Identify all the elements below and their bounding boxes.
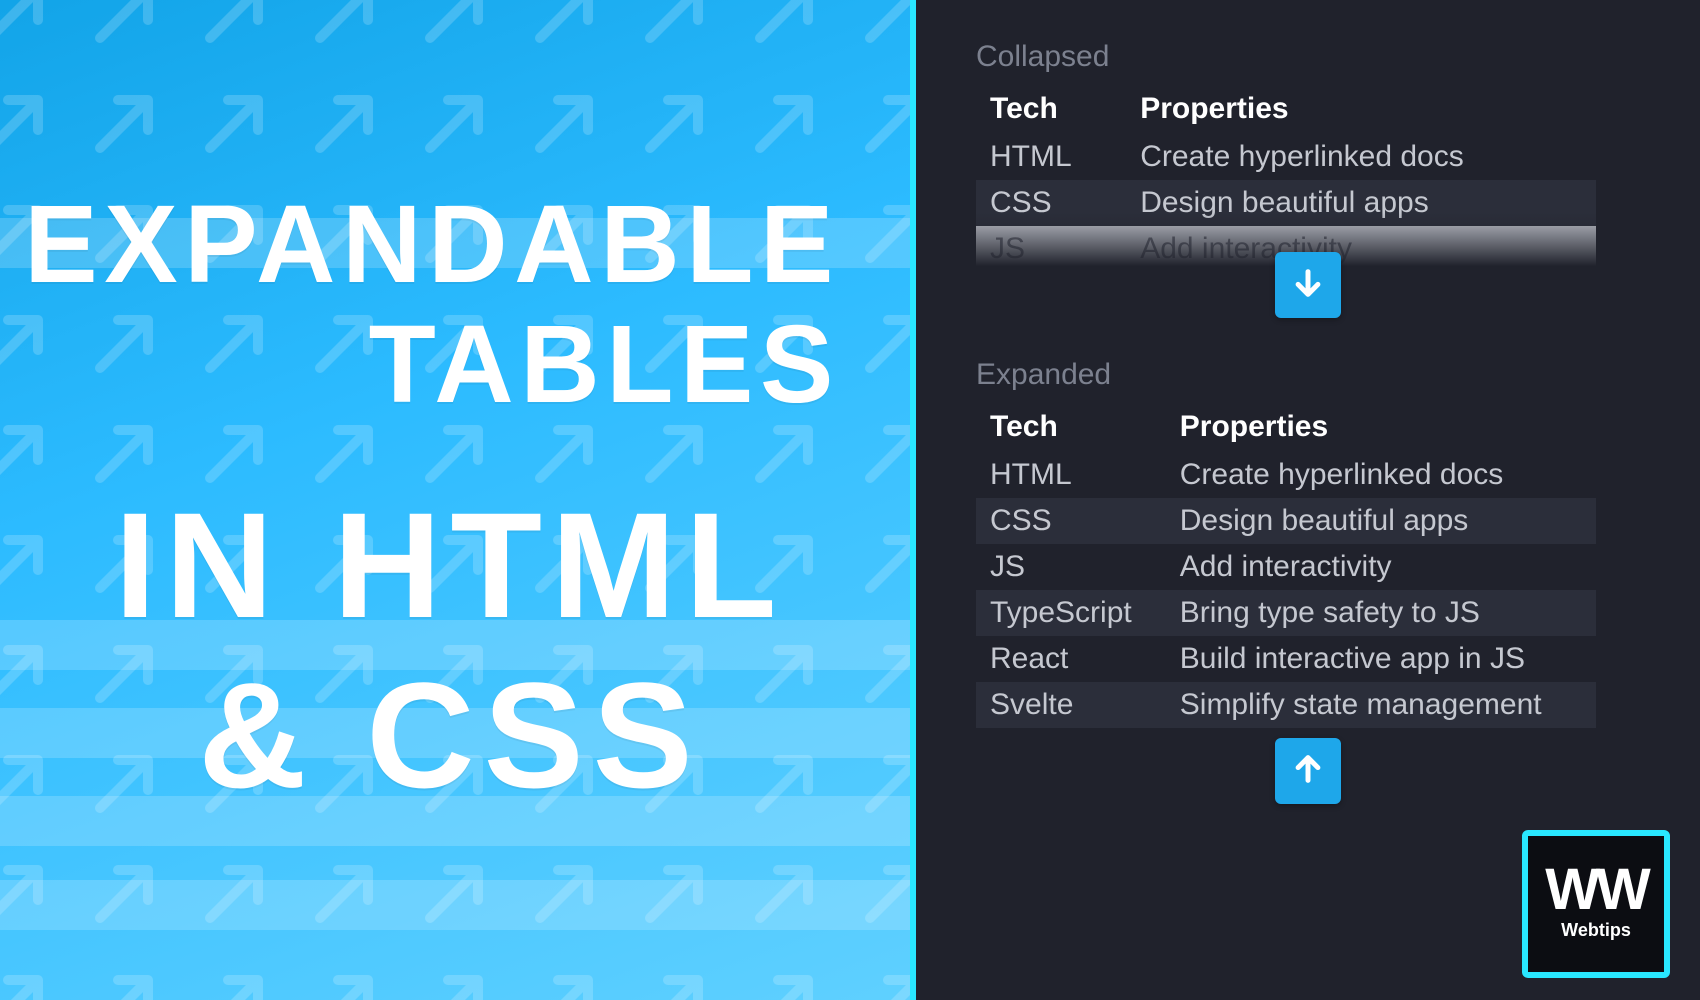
hero-panel: EXPANDABLE TABLES IN HTML & CSS (0, 0, 910, 1000)
arrow-down-icon (1291, 266, 1325, 305)
webtips-logo: WW Webtips (1522, 830, 1670, 978)
collapsed-label: Collapsed (976, 40, 1640, 74)
table-row: CSS Design beautiful apps (976, 180, 1596, 226)
table-row: HTML Create hyperlinked docs (976, 134, 1596, 180)
table-row: React Build interactive app in JS (976, 636, 1596, 682)
table-row: TypeScript Bring type safety to JS (976, 590, 1596, 636)
col-props: Properties (1166, 404, 1596, 452)
logo-mark: WW (1545, 867, 1647, 913)
table-row: Svelte Simplify state management (976, 682, 1596, 728)
col-tech: Tech (976, 404, 1166, 452)
hero-title-line1: EXPANDABLE (24, 190, 840, 300)
logo-text: Webtips (1561, 920, 1631, 941)
expanded-table: Tech Properties HTML Create hyperlinked … (976, 404, 1596, 728)
collapsed-section: Collapsed Tech Properties HTML Create hy… (976, 40, 1640, 318)
col-tech: Tech (976, 86, 1126, 134)
hero-title-line3: IN HTML (114, 490, 785, 640)
col-props: Properties (1126, 86, 1596, 134)
demo-panel: Collapsed Tech Properties HTML Create hy… (916, 0, 1700, 1000)
expanded-label: Expanded (976, 358, 1640, 392)
table-row: HTML Create hyperlinked docs (976, 452, 1596, 498)
collapsed-table: Tech Properties HTML Create hyperlinked … (976, 86, 1596, 272)
table-row: JS Add interactivity (976, 544, 1596, 590)
arrow-up-icon (1291, 752, 1325, 791)
collapse-button[interactable] (1275, 738, 1341, 804)
hero-title-line4: & CSS (198, 660, 701, 810)
table-header-row: Tech Properties (976, 404, 1596, 452)
table-header-row: Tech Properties (976, 86, 1596, 134)
hero-title-line2: TABLES (369, 310, 840, 420)
expand-button[interactable] (1275, 252, 1341, 318)
table-row: CSS Design beautiful apps (976, 498, 1596, 544)
expanded-section: Expanded Tech Properties HTML Create hyp… (976, 358, 1640, 804)
